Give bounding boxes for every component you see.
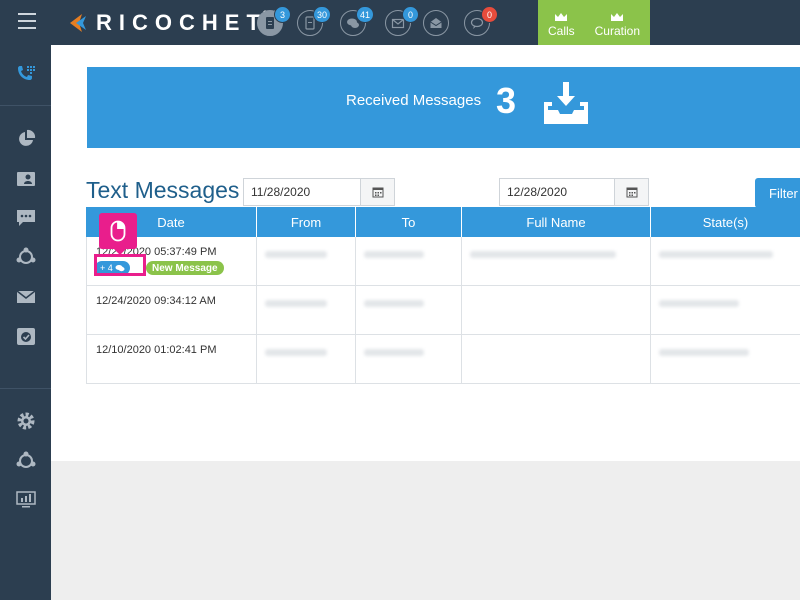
redacted-text: [659, 349, 749, 356]
column-header-from[interactable]: From: [257, 207, 356, 237]
share-network-icon[interactable]: [16, 451, 36, 471]
redacted-text: [659, 300, 739, 307]
inbox-download-icon: [544, 82, 588, 124]
top-bar: RICOCHET 360 3 30 41 0 0 Calls Curation: [0, 0, 800, 45]
calls-label: Calls: [547, 23, 575, 38]
open-mail-notifications-button[interactable]: [423, 10, 449, 36]
notification-badge: 0: [481, 6, 498, 23]
to-date-field[interactable]: 12/28/2020: [499, 178, 649, 206]
task-check-icon[interactable]: [16, 326, 36, 346]
to-date-value[interactable]: 12/28/2020: [500, 179, 614, 205]
network-icon[interactable]: [16, 247, 36, 267]
phone-dialpad-icon[interactable]: [16, 64, 36, 84]
curation-label: Curation: [594, 23, 640, 38]
calendar-icon[interactable]: [360, 179, 394, 205]
crown-icon: [555, 12, 568, 21]
date-cell: 12/10/2020 01:02:41 PM: [86, 335, 257, 384]
from-date-value[interactable]: 11/28/2020: [244, 179, 360, 205]
to-cell: [356, 237, 462, 286]
full-name-cell: [462, 237, 651, 286]
notification-badge: 30: [312, 6, 331, 23]
redacted-text: [364, 251, 424, 258]
calls-button[interactable]: Calls: [548, 12, 575, 38]
settings-gear-icon[interactable]: [16, 411, 36, 431]
app-logo[interactable]: RICOCHET 360: [68, 8, 278, 38]
curation-button[interactable]: Curation: [595, 12, 640, 38]
notification-badge: 41: [355, 6, 374, 23]
states-cell: [651, 335, 800, 384]
redacted-text: [364, 349, 424, 356]
received-messages-count: 3: [496, 80, 517, 121]
page-title: Text Messages: [86, 177, 240, 203]
pie-chart-icon[interactable]: [16, 129, 36, 149]
notification-badge: 3: [274, 6, 291, 23]
mouse-icon: [110, 220, 126, 242]
notification-badge: 0: [402, 6, 419, 23]
states-cell: [651, 286, 800, 335]
from-date-field[interactable]: 11/28/2020: [243, 178, 395, 206]
redacted-text: [659, 251, 773, 258]
table-header: Date From To Full Name State(s): [86, 207, 800, 237]
column-header-to[interactable]: To: [356, 207, 462, 237]
chat-notifications-button[interactable]: 41: [340, 6, 374, 36]
email-notifications-button[interactable]: 0: [385, 6, 419, 36]
redacted-text: [265, 300, 327, 307]
date-cell: 12/24/2020 09:34:12 AM: [86, 286, 257, 335]
calls-curation-panel: Calls Curation: [538, 0, 650, 45]
sidebar-divider: [0, 105, 51, 106]
click-highlight: [94, 254, 146, 276]
footer-area: [51, 461, 800, 600]
to-cell: [356, 335, 462, 384]
redacted-text: [364, 300, 424, 307]
received-messages-label: Received Messages: [346, 92, 482, 109]
main-content: Received Messages 3 Text Messages 11/28/…: [51, 45, 800, 600]
table-row[interactable]: 12/24/2020 09:34:12 AM: [86, 286, 800, 335]
redacted-text: [265, 349, 327, 356]
monitor-chart-icon[interactable]: [16, 490, 36, 510]
calendar-icon[interactable]: [614, 179, 648, 205]
column-header-states[interactable]: State(s): [651, 207, 800, 237]
filter-button[interactable]: Filter: [755, 178, 800, 208]
table-row[interactable]: 12/10/2020 01:02:41 PM: [86, 335, 800, 384]
sidebar-divider: [0, 388, 51, 389]
from-cell: [257, 286, 356, 335]
sidebar: [0, 45, 51, 600]
redacted-text: [265, 251, 327, 258]
mail-icon[interactable]: [16, 287, 36, 307]
ricochet-logo-icon: [70, 14, 86, 32]
received-messages-banner: Received Messages 3: [87, 67, 800, 148]
message-date: 12/24/2020 09:34:12 AM: [96, 295, 216, 307]
to-cell: [356, 286, 462, 335]
crown-icon: [611, 12, 624, 21]
sms-icon[interactable]: [16, 208, 36, 228]
message-notifications-button[interactable]: 0: [464, 6, 498, 36]
logo-text: RICOCHET: [96, 10, 267, 35]
redacted-text: [470, 251, 616, 258]
from-cell: [257, 335, 356, 384]
hamburger-menu-icon[interactable]: [18, 13, 36, 29]
column-header-full-name[interactable]: Full Name: [462, 207, 651, 237]
message-date: 12/10/2020 01:02:41 PM: [96, 344, 217, 356]
new-message-badge: New Message: [146, 261, 224, 275]
states-cell: [651, 237, 800, 286]
contact-card-icon[interactable]: [16, 169, 36, 189]
open-envelope-icon: [430, 18, 442, 28]
full-name-cell: [462, 335, 651, 384]
mouse-click-indicator: [99, 213, 137, 255]
from-cell: [257, 237, 356, 286]
sms-notifications-button[interactable]: 3: [257, 6, 291, 36]
table-row[interactable]: 12/27/2020 05:37:49 PM + 4 New Message: [86, 237, 800, 286]
fax-notifications-button[interactable]: 30: [297, 6, 331, 36]
full-name-cell: [462, 286, 651, 335]
